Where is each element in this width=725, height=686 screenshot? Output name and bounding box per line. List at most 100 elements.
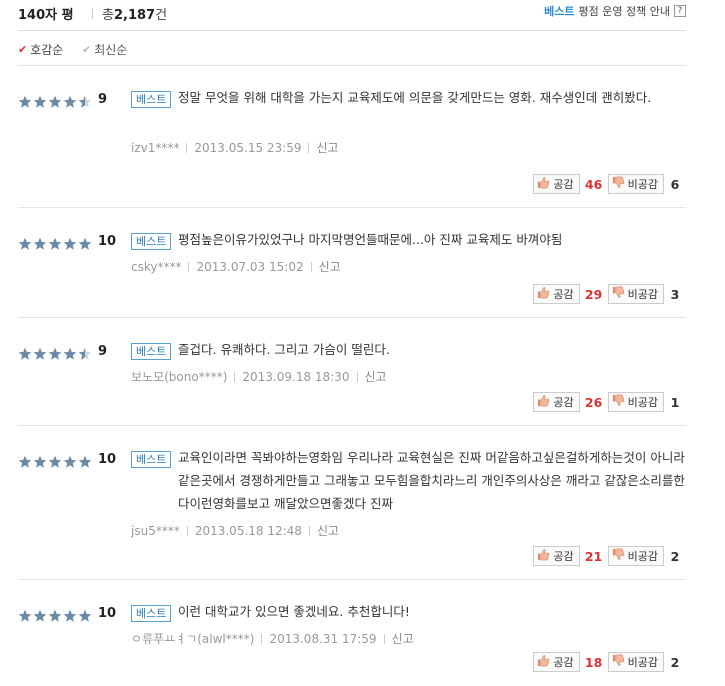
section-title: 140자 평 (18, 8, 74, 23)
review-item: 9 베스트 즐겁다. 유쾌하다. 그리고 가슴이 떨린다. 보노모(bono**… (18, 318, 686, 426)
star-icon (78, 455, 92, 469)
user-id: izv1**** (131, 140, 180, 155)
like-count: 18 (584, 654, 603, 670)
like-label: 공감 (553, 396, 574, 409)
dislike-label: 비공감 (627, 396, 658, 409)
like-count: 46 (584, 176, 603, 192)
review-text: 이런 대학교가 있으면 좋겠네요. 추천합니다! (178, 604, 410, 619)
dislike-count: 2 (670, 654, 680, 670)
sort-label: 호감순 (30, 43, 64, 57)
report-link[interactable]: 신고 (317, 522, 339, 539)
star-icon (33, 455, 47, 469)
report-link[interactable]: 신고 (319, 258, 341, 275)
rating-stars (18, 609, 92, 623)
like-count: 21 (584, 548, 603, 564)
rating-score: 9 (98, 92, 108, 107)
dislike-count: 1 (670, 394, 680, 410)
count-value: 2,187 (113, 8, 156, 23)
best-badge: 베스트 (131, 343, 172, 360)
sort-label: 최신순 (94, 43, 128, 57)
star-icon (48, 95, 62, 109)
count-prefix: 총 (102, 8, 114, 23)
like-button[interactable]: 공감 (533, 652, 580, 672)
rating-stars (18, 347, 92, 361)
dislike-label: 비공감 (627, 178, 658, 191)
report-link[interactable]: 신고 (392, 630, 414, 647)
review-date: 2013.05.15 23:59 (194, 140, 302, 155)
like-button[interactable]: 공감 (533, 546, 580, 566)
star-icon (18, 347, 32, 361)
dislike-button[interactable]: 비공감 (607, 392, 664, 412)
thumbs-up-icon (537, 548, 550, 564)
like-button[interactable]: 공감 (533, 284, 580, 304)
review-date: 2013.08.31 17:59 (269, 631, 377, 646)
rating-stars (18, 95, 92, 109)
star-icon (78, 347, 92, 361)
star-icon (48, 237, 62, 251)
policy-text: 평점 운영 정책 안내 (578, 5, 670, 18)
rating-score: 10 (98, 452, 117, 467)
like-label: 공감 (553, 288, 574, 301)
report-link[interactable]: 신고 (365, 368, 387, 385)
sort-bar: ✔ 호감순 ✔ 최신순 (18, 30, 686, 66)
like-button[interactable]: 공감 (533, 174, 580, 194)
check-icon: ✔ (82, 43, 92, 56)
star-icon (33, 347, 47, 361)
rating-score: 9 (98, 344, 108, 359)
thumbs-down-icon (612, 394, 625, 410)
like-label: 공감 (553, 550, 574, 563)
dislike-button[interactable]: 비공감 (607, 652, 664, 672)
rating-stars (18, 237, 92, 251)
star-icon (63, 95, 77, 109)
star-icon (63, 237, 77, 251)
review-item: 9 베스트 정말 무엇을 위해 대학을 가는지 교육제도에 의문을 갖게만드는 … (18, 66, 686, 208)
review-count: 총2,187건 (102, 4, 167, 23)
policy-link[interactable]: 베스트 평점 운영 정책 안내 ? (544, 3, 686, 19)
vote-actions: 공감 18 비공감 2 (533, 652, 686, 672)
meta-divider (383, 633, 385, 644)
thumbs-up-icon (537, 394, 550, 410)
dislike-count: 3 (670, 286, 680, 302)
meta-divider (310, 261, 312, 272)
review-text: 교육인이라면 꼭봐야하는영화임 우리나라 교육현실은 진짜 머같음하고싶은걸하게… (178, 450, 685, 511)
dislike-button[interactable]: 비공감 (607, 174, 664, 194)
dislike-label: 비공감 (627, 550, 658, 563)
count-suffix: 건 (155, 8, 168, 23)
dislike-button[interactable]: 비공감 (607, 546, 664, 566)
dislike-label: 비공감 (627, 656, 658, 669)
review-text: 즐겁다. 유쾌하다. 그리고 가슴이 떨린다. (178, 342, 390, 357)
star-icon (18, 237, 32, 251)
meta-divider (186, 525, 188, 536)
like-count: 26 (584, 394, 603, 410)
star-icon (18, 609, 32, 623)
review-meta: jsu5**** 2013.05.18 12:48 신고 (131, 522, 339, 539)
star-icon (48, 609, 62, 623)
best-badge: 베스트 (131, 605, 172, 622)
thumbs-up-icon (537, 176, 550, 192)
star-icon (33, 237, 47, 251)
meta-divider (356, 371, 358, 382)
review-date: 2013.07.03 15:02 (196, 259, 304, 274)
sort-option-likes[interactable]: ✔ 호감순 (18, 41, 63, 58)
star-icon (63, 347, 77, 361)
star-icon (48, 455, 62, 469)
dislike-button[interactable]: 비공감 (607, 284, 664, 304)
like-button[interactable]: 공감 (533, 392, 580, 412)
sort-option-latest[interactable]: ✔ 최신순 (82, 41, 127, 58)
like-label: 공감 (553, 656, 574, 669)
vote-actions: 공감 21 비공감 2 (533, 546, 686, 566)
review-text: 정말 무엇을 위해 대학을 가는지 교육제도에 의문을 갖게만드는 영화. 재수… (178, 90, 652, 105)
like-label: 공감 (553, 178, 574, 191)
star-icon (48, 347, 62, 361)
thumbs-down-icon (612, 176, 625, 192)
star-icon (63, 455, 77, 469)
review-item: 10 베스트 교육인이라면 꼭봐야하는영화임 우리나라 교육현실은 진짜 머같음… (18, 426, 686, 580)
review-date: 2013.05.18 12:48 (194, 523, 302, 538)
review-meta: csky**** 2013.07.03 15:02 신고 (131, 258, 341, 275)
review-meta: ㅇ류푸ㅛㅕㄱ(alwl****) 2013.08.31 17:59 신고 (131, 630, 414, 647)
report-link[interactable]: 신고 (316, 139, 338, 156)
star-icon (33, 95, 47, 109)
user-id: jsu5**** (131, 523, 180, 538)
meta-divider (308, 142, 310, 153)
help-icon[interactable]: ? (674, 5, 686, 17)
